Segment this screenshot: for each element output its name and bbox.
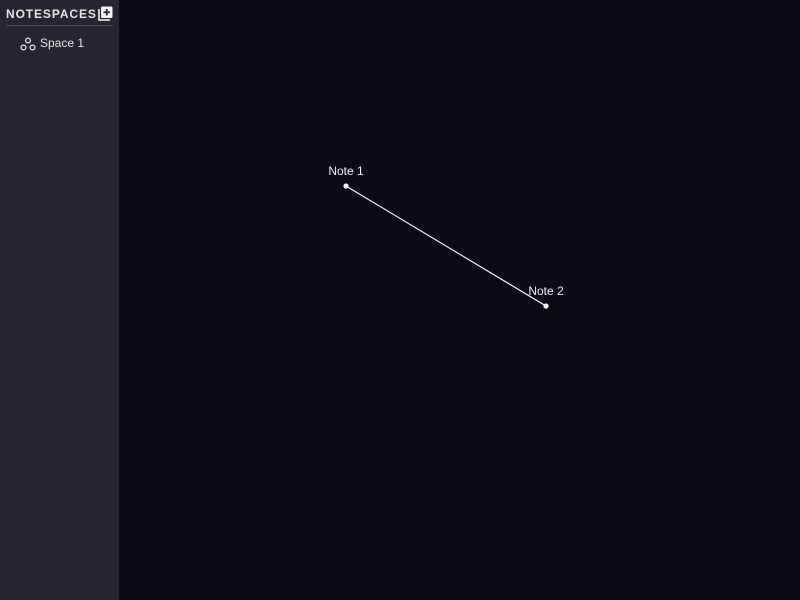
sidebar-title: NOTESPACES bbox=[6, 7, 97, 21]
node-note-1[interactable] bbox=[343, 183, 349, 189]
node-label-note-2[interactable]: Note 2 bbox=[528, 284, 563, 298]
graph-nodes-icon bbox=[20, 37, 36, 51]
graph-svg bbox=[343, 183, 549, 309]
graph-canvas[interactable]: Note 1 Note 2 bbox=[119, 0, 800, 600]
sidebar-item-label: Space 1 bbox=[40, 36, 85, 50]
node-note-2[interactable] bbox=[543, 303, 549, 309]
add-box-icon bbox=[98, 6, 113, 21]
sidebar-header: NOTESPACES bbox=[6, 5, 113, 26]
edge-note-1-note-2 bbox=[345, 185, 547, 307]
add-notespace-button[interactable] bbox=[98, 6, 113, 21]
node-label-note-1[interactable]: Note 1 bbox=[328, 164, 363, 178]
sidebar: NOTESPACES Space 1 bbox=[0, 0, 119, 600]
app-window: NOTESPACES Space 1 Note 1 Note 2 bbox=[0, 0, 800, 600]
sidebar-item-space-1[interactable]: Space 1 bbox=[20, 34, 115, 52]
